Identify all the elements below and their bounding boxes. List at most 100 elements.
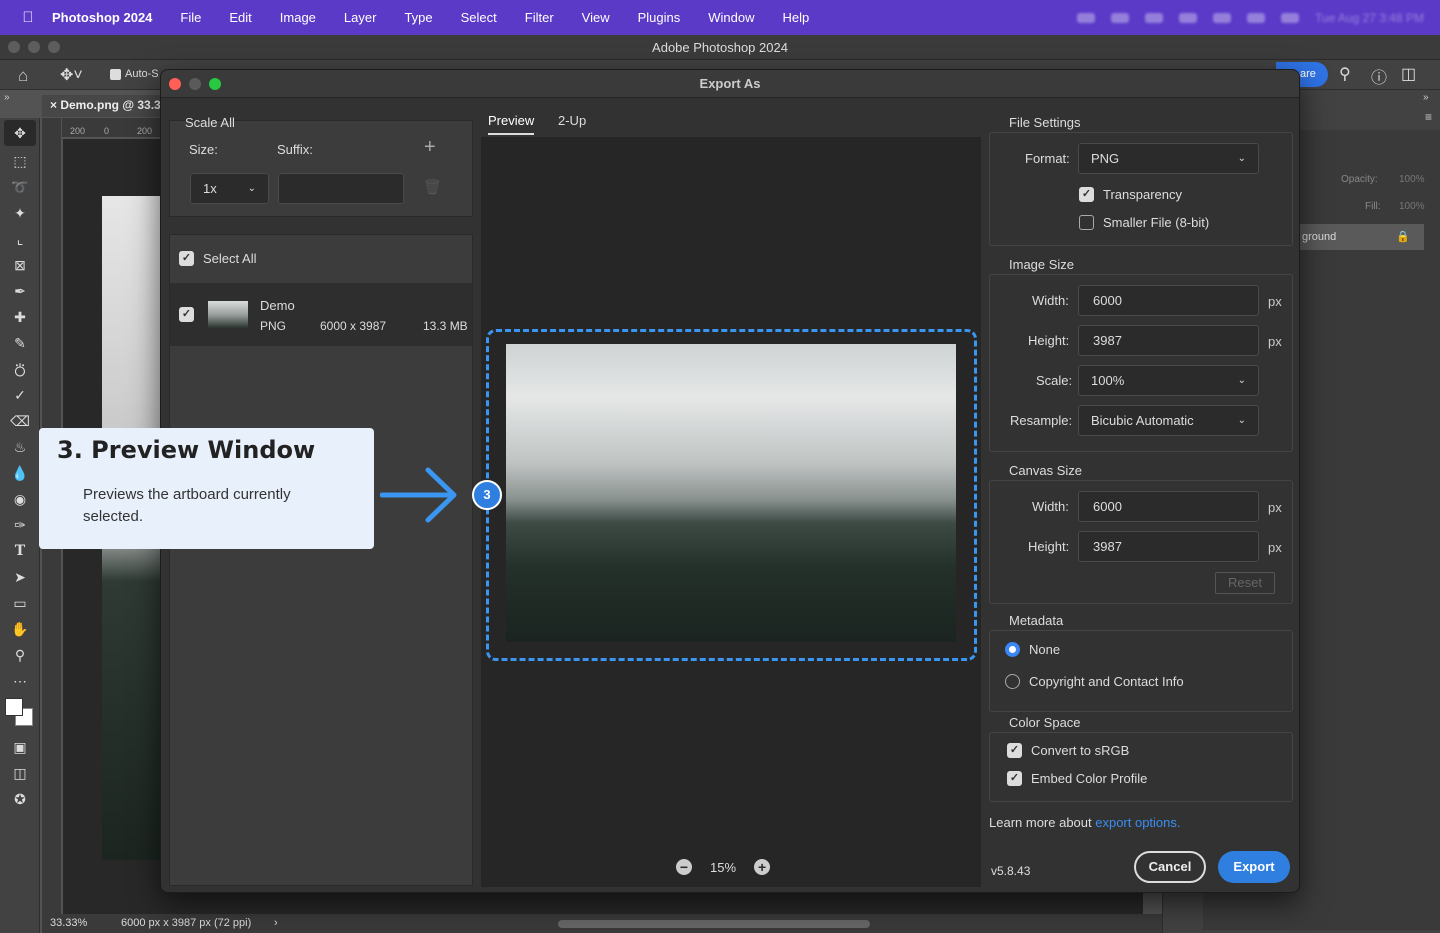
reset-button[interactable]: Reset	[1215, 572, 1275, 594]
document-tab[interactable]: × Demo.png @ 33.3	[42, 95, 169, 117]
quick-mask-icon[interactable]: ▣	[0, 734, 40, 760]
hand-tool-icon[interactable]: ✋	[0, 616, 40, 642]
menu-help[interactable]: Help	[783, 10, 810, 25]
canvas-width-input[interactable]: 6000	[1078, 491, 1259, 522]
smaller-file-checkbox[interactable]	[1079, 215, 1094, 230]
trash-icon[interactable]: 🗑	[423, 178, 442, 196]
metadata-none-radio[interactable]	[1005, 642, 1020, 657]
zoom-dialog-button[interactable]	[209, 78, 221, 90]
crop-tool-icon[interactable]: ⌞	[0, 226, 40, 252]
chevron-right-icon[interactable]: ›	[274, 914, 278, 933]
chevron-down-icon: ⌄	[1237, 415, 1246, 426]
status-icon[interactable]	[1145, 12, 1164, 23]
menu-image[interactable]: Image	[280, 10, 316, 25]
scale-select[interactable]: 100% ⌄	[1078, 365, 1259, 396]
eraser-tool-icon[interactable]: ⌫	[0, 408, 40, 434]
foreground-color-swatch[interactable]	[5, 698, 23, 716]
apple-icon[interactable]: 	[18, 9, 38, 26]
menu-app-name[interactable]: Photoshop 2024	[52, 10, 152, 25]
embed-profile-checkbox[interactable]: ✓	[1007, 771, 1022, 786]
battery-icon[interactable]	[1179, 12, 1198, 23]
opacity-value[interactable]: 100%	[1399, 174, 1425, 185]
size-select[interactable]: 1x ⌄	[190, 173, 269, 204]
frame-tool-icon[interactable]: ⊠	[0, 252, 40, 278]
menubar-clock[interactable]: Tue Aug 27 3:48 PM	[1315, 11, 1424, 25]
close-dialog-button[interactable]	[169, 78, 181, 90]
menu-window[interactable]: Window	[708, 10, 754, 25]
menu-type[interactable]: Type	[404, 10, 432, 25]
type-tool-icon[interactable]: T	[0, 538, 40, 564]
move-tool-icon[interactable]: ✥˅	[60, 65, 83, 85]
history-brush-tool-icon[interactable]: ✓	[0, 382, 40, 408]
image-height-input[interactable]: 3987	[1078, 325, 1259, 356]
menu-file[interactable]: File	[180, 10, 201, 25]
canvas-height-input[interactable]: 3987	[1078, 531, 1259, 562]
home-icon[interactable]: ⌂	[18, 66, 28, 86]
convert-srgb-checkbox[interactable]: ✓	[1007, 743, 1022, 758]
background-layer-row[interactable]: ground 🔒	[1300, 224, 1424, 250]
pen-tool-icon[interactable]: ✑	[0, 512, 40, 538]
search-icon[interactable]: ⚲	[1339, 64, 1351, 84]
auto-select-checkbox[interactable]: Auto-S	[110, 68, 159, 80]
menu-select[interactable]: Select	[461, 10, 497, 25]
eyedropper-tool-icon[interactable]: ✒	[0, 278, 40, 304]
healing-tool-icon[interactable]: ✚	[0, 304, 40, 330]
stamp-tool-icon[interactable]: ⛣	[0, 356, 40, 382]
zoom-in-icon[interactable]: +	[754, 859, 771, 875]
path-select-tool-icon[interactable]: ➤	[0, 564, 40, 590]
lock-icon[interactable]: 🔒	[1396, 224, 1410, 250]
wifi-icon[interactable]	[1213, 12, 1232, 23]
add-scale-icon[interactable]: +	[424, 136, 436, 159]
help-icon[interactable]: ⓘ	[1371, 64, 1387, 88]
menu-edit[interactable]: Edit	[229, 10, 251, 25]
transparency-checkbox[interactable]: ✓	[1079, 187, 1094, 202]
suffix-input[interactable]	[278, 173, 404, 204]
menu-filter[interactable]: Filter	[525, 10, 554, 25]
asset-checkbox[interactable]: ✓	[179, 307, 194, 322]
workspace-icon[interactable]: ◫	[1401, 64, 1416, 84]
minimize-window-button[interactable]	[28, 41, 40, 53]
horizontal-scrollbar[interactable]	[558, 920, 870, 928]
image-width-input[interactable]: 6000	[1078, 285, 1259, 316]
resample-select[interactable]: Bicubic Automatic ⌄	[1078, 405, 1259, 436]
zoom-window-button[interactable]	[48, 41, 60, 53]
select-all-checkbox[interactable]: ✓	[179, 251, 194, 266]
status-icon[interactable]	[1111, 12, 1130, 23]
minimize-dialog-button[interactable]	[189, 78, 201, 90]
marquee-tool-icon[interactable]: ⬚	[0, 148, 40, 174]
panel-menu-icon[interactable]: ≡	[1425, 110, 1432, 124]
lasso-tool-icon[interactable]: ➰	[0, 174, 40, 200]
search-icon[interactable]	[1247, 12, 1266, 23]
blur-tool-icon[interactable]: 💧	[0, 460, 40, 486]
control-center-icon[interactable]	[1281, 12, 1300, 23]
metadata-copyright-radio[interactable]	[1005, 674, 1020, 689]
tab-preview[interactable]: Preview	[488, 113, 535, 135]
screen-mode-icon[interactable]: ◫	[0, 760, 40, 786]
close-window-button[interactable]	[8, 41, 20, 53]
bucket-tool-icon[interactable]: ♨	[0, 434, 40, 460]
export-button[interactable]: Export	[1218, 851, 1290, 883]
more-tools-icon[interactable]: ⋯	[0, 668, 40, 694]
format-select[interactable]: PNG ⌄	[1078, 143, 1259, 174]
export-options-link[interactable]: export options.	[1095, 815, 1180, 830]
menu-layer[interactable]: Layer	[344, 10, 377, 25]
menu-view[interactable]: View	[582, 10, 610, 25]
zoom-out-icon[interactable]: −	[676, 859, 692, 875]
zoom-tool-icon[interactable]: ⚲	[0, 642, 40, 668]
expand-panel-icon[interactable]: »	[4, 92, 10, 103]
zoom-level[interactable]: 33.33%	[50, 914, 87, 933]
collapse-panel-icon[interactable]: »	[1423, 92, 1429, 103]
color-swatches[interactable]	[0, 694, 39, 734]
fill-value[interactable]: 100%	[1399, 201, 1425, 212]
cancel-button[interactable]: Cancel	[1134, 851, 1206, 883]
dodge-tool-icon[interactable]: ◉	[0, 486, 40, 512]
tab-2-up[interactable]: 2-Up	[558, 113, 586, 128]
select-all-label: Select All	[203, 251, 257, 266]
brush-tool-icon[interactable]: ✎	[0, 330, 40, 356]
generative-icon[interactable]: ✪	[0, 786, 40, 812]
move-tool-icon[interactable]: ✥	[4, 120, 36, 146]
rectangle-tool-icon[interactable]: ▭	[0, 590, 40, 616]
quick-select-tool-icon[interactable]: ✦	[0, 200, 40, 226]
status-icon[interactable]	[1077, 12, 1096, 23]
menu-plugins[interactable]: Plugins	[638, 10, 681, 25]
